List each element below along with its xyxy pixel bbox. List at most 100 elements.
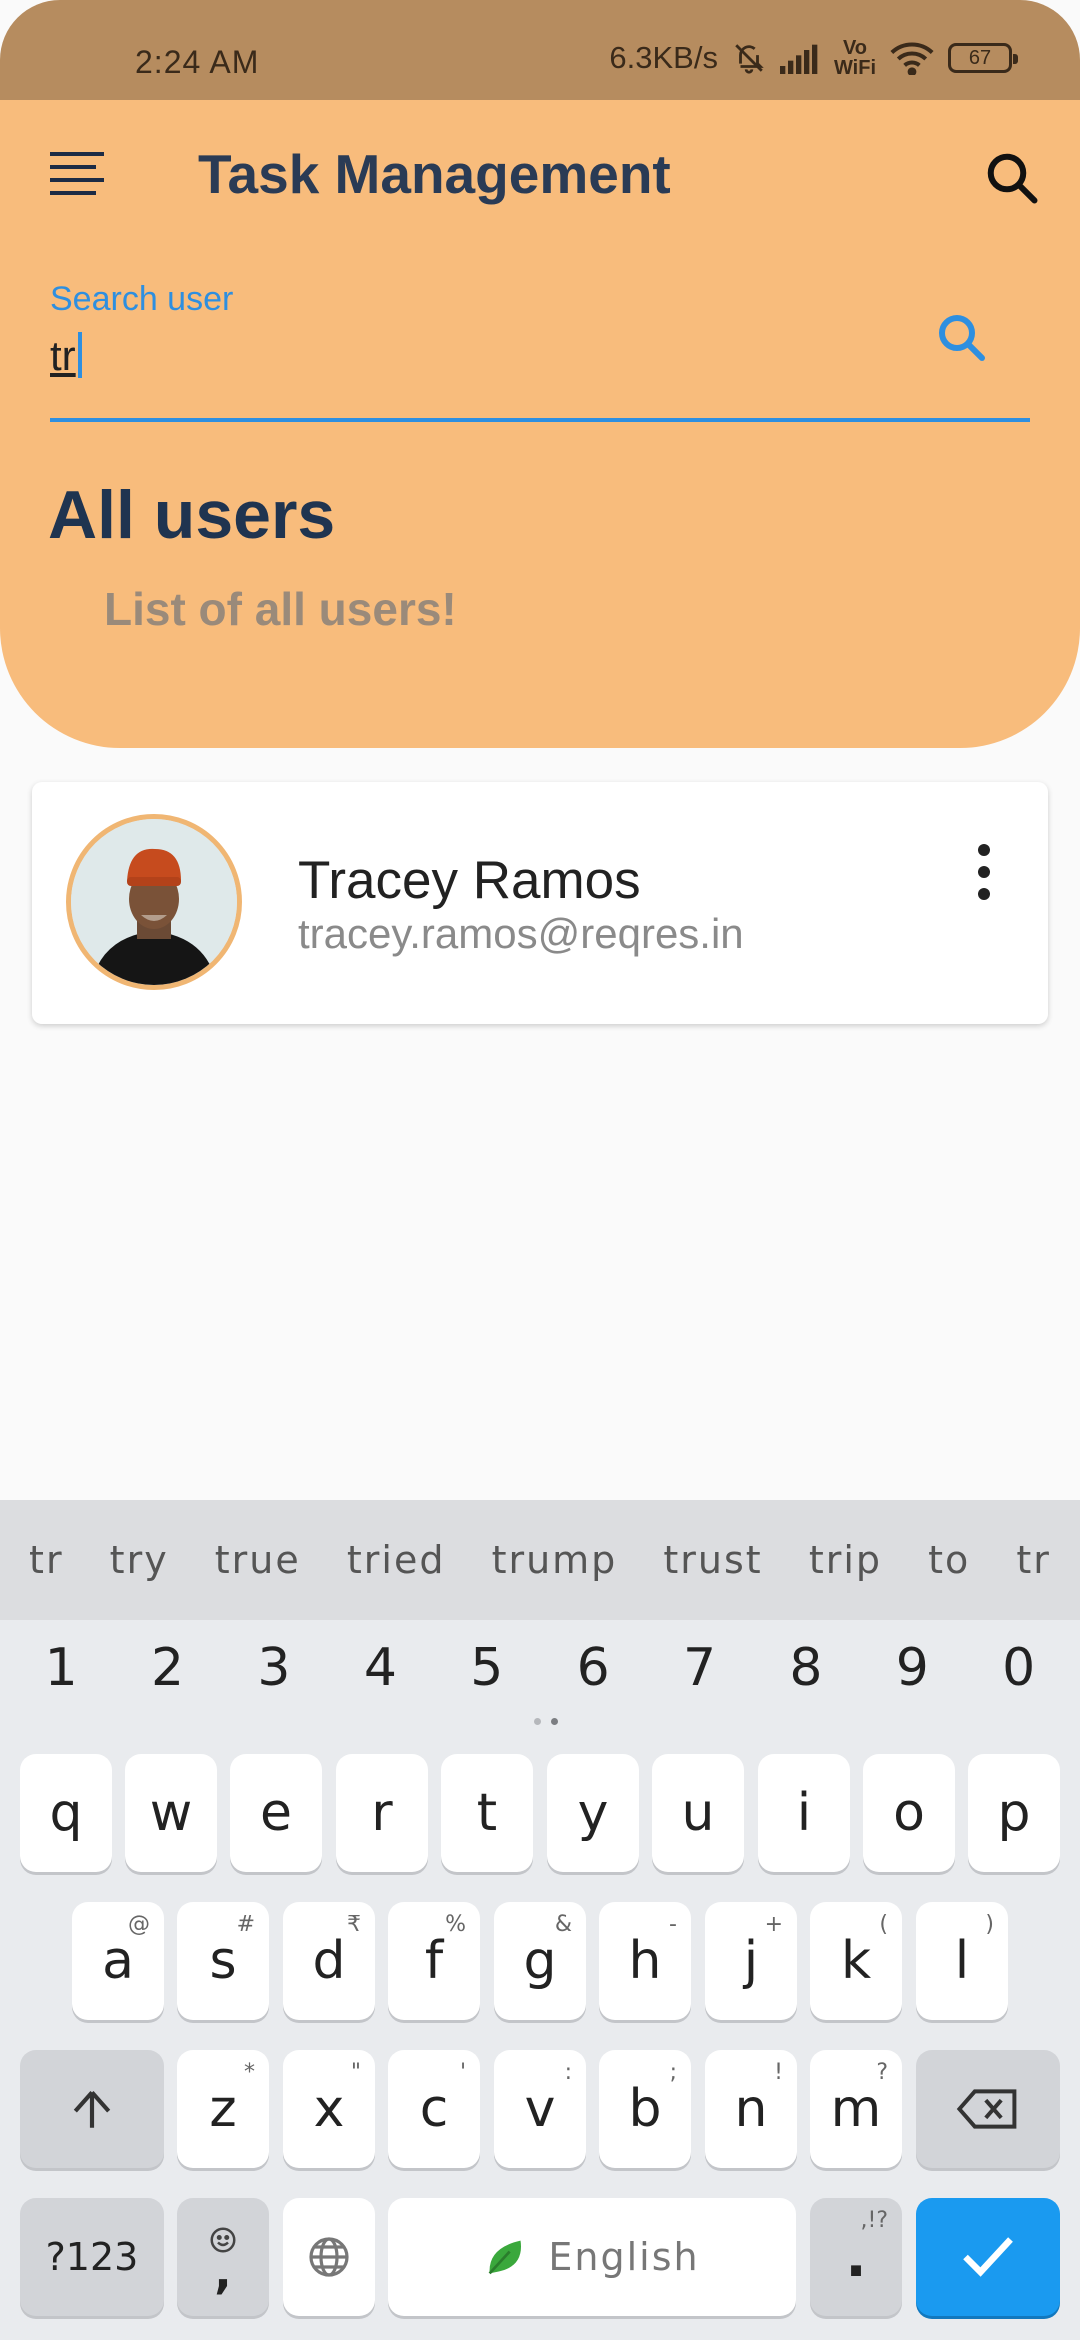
symbols-key[interactable]: ?123 xyxy=(20,2198,164,2316)
section-subtitle: List of all users! xyxy=(104,583,457,635)
shift-icon xyxy=(73,2090,111,2128)
search-field-icon[interactable] xyxy=(932,308,992,368)
key-hint: " xyxy=(350,2060,361,2085)
backspace-key[interactable] xyxy=(916,2050,1060,2168)
key-1[interactable]: 1 xyxy=(21,1638,101,1698)
key-5[interactable]: 5 xyxy=(447,1638,527,1698)
key-label: n xyxy=(734,2079,768,2139)
wifi-icon xyxy=(890,42,934,75)
key-label: x xyxy=(313,2079,345,2139)
search-field-label: Search user xyxy=(50,280,234,318)
key-hint: & xyxy=(554,1912,572,1937)
key-d[interactable]: d ₹ xyxy=(283,1902,375,2020)
vowifi-icon: Vo WiFi xyxy=(833,37,876,79)
space-label: English xyxy=(548,2235,700,2279)
key-t[interactable]: t xyxy=(441,1754,533,1872)
key-m[interactable]: m? xyxy=(810,2050,902,2168)
key-f[interactable]: f% xyxy=(388,1902,480,2020)
period-key[interactable]: . ,!? xyxy=(810,2198,902,2316)
key-s[interactable]: s # xyxy=(177,1902,269,2020)
key-y[interactable]: y xyxy=(547,1754,639,1872)
key-k[interactable]: k( xyxy=(810,1902,902,2020)
key-hint: ' xyxy=(459,2060,466,2085)
suggestion-item[interactable]: tr xyxy=(29,1538,64,1582)
shift-key[interactable] xyxy=(20,2050,164,2168)
number-row: 1 2 3 4 5 6 7 8 9 0 xyxy=(0,1638,1080,1698)
key-2[interactable]: 2 xyxy=(128,1638,208,1698)
key-7[interactable]: 7 xyxy=(660,1638,740,1698)
key-label: m xyxy=(830,2079,882,2139)
key-hint: : xyxy=(564,2060,572,2085)
key-hint: # xyxy=(236,1912,255,1937)
suggestion-item[interactable]: tr xyxy=(1016,1538,1051,1582)
key-label: b xyxy=(628,2079,662,2139)
key-hint: ! xyxy=(774,2060,783,2085)
key-l[interactable]: l) xyxy=(916,1902,1008,2020)
key-hint: * xyxy=(244,2060,255,2085)
key-0[interactable]: 0 xyxy=(979,1638,1059,1698)
suggestion-item[interactable]: to xyxy=(928,1538,970,1582)
suggestion-bar: tr try true tried trump trust trip to tr xyxy=(0,1500,1080,1620)
key-a[interactable]: a @ xyxy=(72,1902,164,2020)
key-u[interactable]: u xyxy=(652,1754,744,1872)
comma-label: , xyxy=(214,2245,232,2299)
text-caret xyxy=(77,332,82,378)
key-hint: ; xyxy=(669,2060,677,2085)
language-key[interactable] xyxy=(283,2198,375,2316)
battery-level: 67 xyxy=(968,46,992,69)
key-j[interactable]: j + xyxy=(705,1902,797,2020)
suggestion-item[interactable]: trip xyxy=(809,1538,882,1582)
emoji-comma-key[interactable]: , xyxy=(177,2198,269,2316)
key-e[interactable]: e xyxy=(230,1754,322,1872)
leaf-icon xyxy=(489,2240,522,2275)
search-input[interactable]: tr xyxy=(50,332,82,380)
key-w[interactable]: w xyxy=(125,1754,217,1872)
key-label: z xyxy=(209,2079,237,2139)
key-hint: ? xyxy=(876,2060,888,2085)
key-n[interactable]: n! xyxy=(705,2050,797,2168)
key-o[interactable]: o xyxy=(863,1754,955,1872)
key-c[interactable]: c ' xyxy=(388,2050,480,2168)
suggestion-item[interactable]: true xyxy=(215,1538,301,1582)
battery-icon: 67 xyxy=(948,43,1018,73)
key-9[interactable]: 9 xyxy=(872,1638,952,1698)
page-indicator xyxy=(534,1718,558,1725)
suggestion-item[interactable]: trump xyxy=(492,1538,618,1582)
key-q[interactable]: q xyxy=(20,1754,112,1872)
key-3[interactable]: 3 xyxy=(234,1638,314,1698)
key-p[interactable]: p xyxy=(968,1754,1060,1872)
key-6[interactable]: 6 xyxy=(553,1638,633,1698)
key-z[interactable]: z * xyxy=(177,2050,269,2168)
key-8[interactable]: 8 xyxy=(766,1638,846,1698)
key-label: l xyxy=(954,1931,970,1991)
key-r[interactable]: r xyxy=(336,1754,428,1872)
suggestion-item[interactable]: trust xyxy=(663,1538,762,1582)
key-i[interactable]: i xyxy=(758,1754,850,1872)
key-label: g xyxy=(523,1931,557,1991)
user-card[interactable]: Tracey Ramos tracey.ramos@reqres.in xyxy=(32,782,1048,1024)
key-label: h xyxy=(628,1931,662,1991)
key-g[interactable]: g & xyxy=(494,1902,586,2020)
backspace-icon xyxy=(956,2089,1017,2129)
key-v[interactable]: v: xyxy=(494,2050,586,2168)
key-label: v xyxy=(524,2079,556,2139)
more-options-icon[interactable] xyxy=(972,844,996,904)
key-hint: ( xyxy=(879,1912,888,1937)
status-icons: 6.3KB/s Vo WiFi 67 xyxy=(609,37,1018,79)
menu-icon[interactable] xyxy=(50,152,104,204)
suggestion-item[interactable]: tried xyxy=(347,1538,446,1582)
section-title: All users xyxy=(48,477,336,553)
enter-key[interactable] xyxy=(916,2198,1060,2316)
key-hint: % xyxy=(445,1912,466,1937)
key-h[interactable]: h- xyxy=(599,1902,691,2020)
key-b[interactable]: b; xyxy=(599,2050,691,2168)
key-hint: ₹ xyxy=(347,1912,361,1937)
key-label: f xyxy=(424,1931,444,1991)
key-label: j xyxy=(743,1931,759,1991)
suggestion-item[interactable]: try xyxy=(110,1538,169,1582)
key-4[interactable]: 4 xyxy=(340,1638,420,1698)
key-label: c xyxy=(419,2079,449,2139)
key-x[interactable]: x " xyxy=(283,2050,375,2168)
search-icon[interactable] xyxy=(982,148,1042,208)
space-key[interactable]: English xyxy=(388,2198,796,2316)
